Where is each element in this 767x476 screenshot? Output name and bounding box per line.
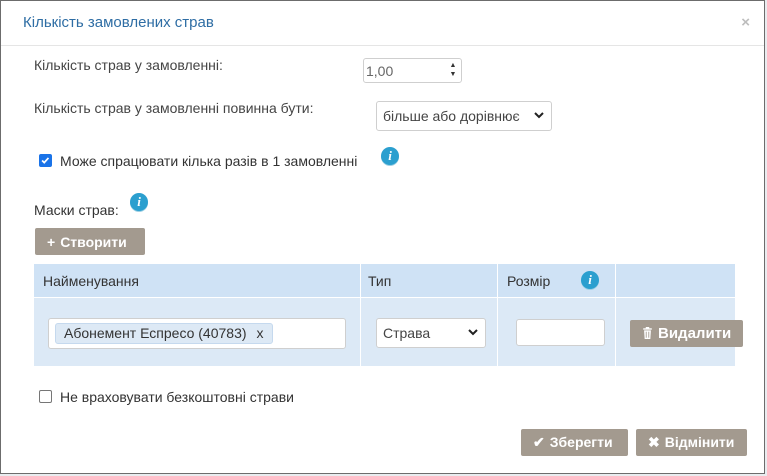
ignore-free-label: Не враховувати безкоштовні страви [60,389,294,405]
ignore-free-checkbox[interactable] [39,390,52,403]
table-header-size: Розмір i [498,264,615,297]
info-icon[interactable]: i [381,147,399,165]
qty-label: Кількість страв у замовленні: [34,57,223,73]
table-header-type: Тип [361,264,497,297]
qty-stepper[interactable]: ▲▼ [363,58,462,83]
check-icon: ✔ [533,434,545,450]
multi-label: Може спрацювати кілька разів в 1 замовле… [60,153,358,169]
condition-label: Кількість страв у замовленні повинна бут… [34,100,314,116]
save-button[interactable]: ✔ Зберегти [521,429,628,456]
dialog-header: Кількість замовлених страв × [1,1,764,46]
trash-icon [643,327,652,339]
table-header-name: Найменування [34,264,360,297]
type-select[interactable]: Страва [376,318,486,348]
info-icon[interactable]: i [130,193,148,211]
size-input[interactable] [516,319,605,346]
check-icon [41,157,50,164]
dish-tag: Абонемент Еспресо (40783) x [55,323,273,344]
create-button[interactable]: + Створити [35,228,145,255]
close-icon: ✖ [648,434,660,450]
plus-icon: + [47,234,56,250]
delete-label: Видалити [658,325,732,342]
masks-table: Найменування Тип Розмір i Абонемент Еспр… [34,264,743,366]
spinner-arrows-icon[interactable]: ▲ ▼ [449,61,457,79]
remove-tag-icon[interactable]: x [257,325,264,341]
chevron-down-icon [534,112,544,119]
table-header-actions [616,264,735,297]
masks-label: Маски страв: [34,202,119,218]
multi-checkbox[interactable] [39,154,52,167]
close-icon[interactable]: × [741,15,750,30]
condition-value: більше або дорівнює [383,108,520,124]
cancel-button[interactable]: ✖ Відмінити [636,429,747,456]
qty-input[interactable] [366,60,436,81]
dish-tag-input[interactable]: Абонемент Еспресо (40783) x [48,318,346,349]
cancel-label: Відмінити [664,434,735,450]
type-value: Страва [383,325,431,341]
dialog-title: Кількість замовлених страв [23,14,214,31]
delete-button[interactable]: Видалити [630,320,743,347]
dialog: Кількість замовлених страв × Кількість с… [0,0,765,474]
create-label: Створити [60,234,127,250]
save-label: Зберегти [549,434,613,450]
condition-select[interactable]: більше або дорівнює [376,101,552,131]
info-icon[interactable]: i [581,271,599,289]
chevron-down-icon [468,329,478,336]
